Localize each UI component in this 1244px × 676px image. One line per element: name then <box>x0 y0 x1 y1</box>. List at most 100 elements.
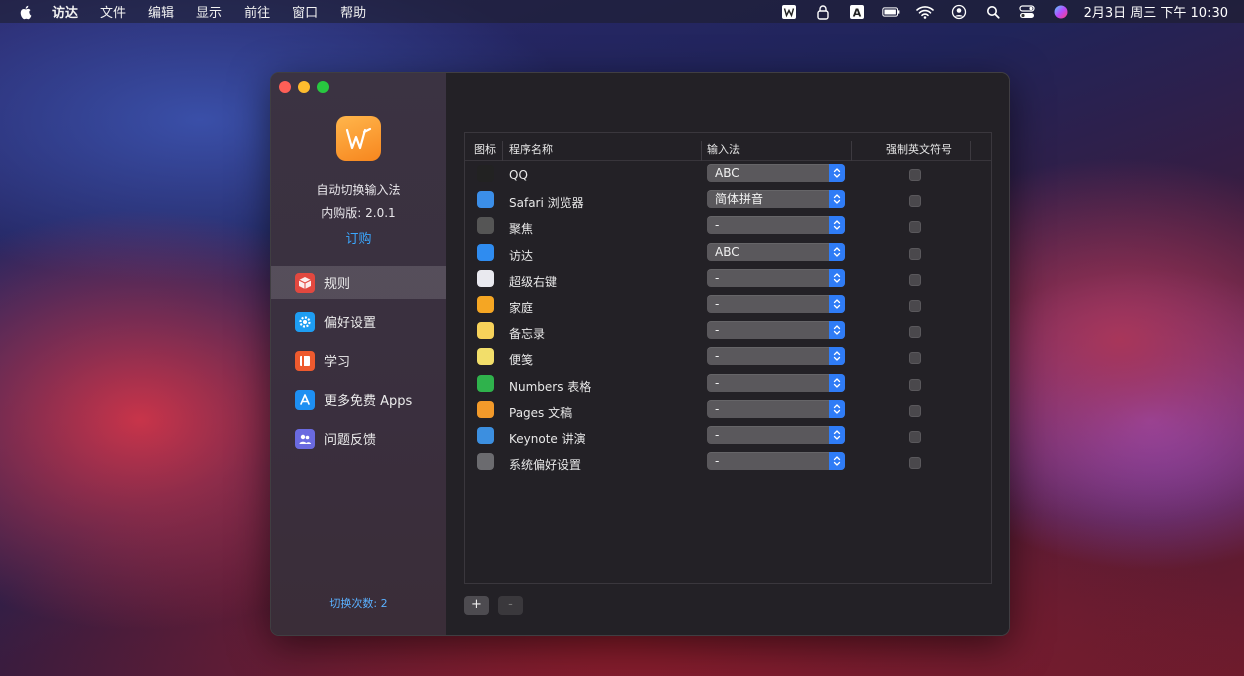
input-method-value: - <box>715 323 720 338</box>
sidebar-item-rules[interactable]: 规则 <box>271 266 446 299</box>
input-method-select[interactable]: - <box>707 216 845 235</box>
table-row[interactable]: 便笺 - <box>465 344 991 370</box>
order-link[interactable]: 订购 <box>271 228 446 247</box>
input-method-value: ABC <box>715 166 740 180</box>
sidebar-item-preferences[interactable]: 偏好设置 <box>271 305 446 338</box>
remove-button[interactable]: - <box>498 596 523 615</box>
table-row[interactable]: Pages 文稿 - <box>465 397 991 423</box>
input-method-select[interactable]: - <box>707 452 845 471</box>
menu-view[interactable]: 显示 <box>196 2 222 21</box>
sidebar-item-label: 偏好设置 <box>324 316 377 331</box>
spotlight-icon <box>477 217 494 235</box>
header-force[interactable]: 强制英文符号 <box>886 141 952 157</box>
menu-finder[interactable]: 访达 <box>52 2 78 21</box>
sidebar-item-label: 学习 <box>324 355 351 370</box>
force-english-checkbox[interactable] <box>909 378 921 391</box>
user-icon[interactable] <box>950 4 968 20</box>
siri-icon[interactable] <box>1052 4 1070 20</box>
force-english-checkbox[interactable] <box>909 431 921 443</box>
sidebar-nav: 规则 偏好设置 学习 更多免费 Apps 问题反馈 <box>271 266 446 461</box>
table-row[interactable]: 系统偏好设置 - <box>465 449 991 475</box>
table-row[interactable]: 备忘录 - <box>465 318 991 344</box>
people-icon <box>295 428 315 449</box>
menu-help[interactable]: 帮助 <box>340 2 366 21</box>
content-pane: 图标 程序名称 输入法 强制英文符号 QQ ABC Safari 浏览器 简体拼音聚焦… <box>446 73 1009 635</box>
header-input[interactable]: 输入法 <box>707 141 740 157</box>
status-area: A 2月3日 周三 下午 10:30 <box>764 0 1244 23</box>
input-method-value: - <box>715 218 720 233</box>
table-row[interactable]: 家庭 - <box>465 292 991 318</box>
input-a-icon[interactable]: A <box>848 4 866 20</box>
menu-bar: 访达 文件 编辑 显示 前往 窗口 帮助 A 2月3日 周三 下午 10:30 <box>0 0 1244 23</box>
app-name-cell: Safari 浏览器 <box>509 196 584 211</box>
table-row[interactable]: 超级右键 - <box>465 266 991 292</box>
zoom-button[interactable] <box>317 81 329 93</box>
search-icon[interactable] <box>984 4 1002 20</box>
chevron-up-down-icon <box>829 295 845 313</box>
chevron-up-down-icon <box>829 242 845 261</box>
app-name-cell: Keynote 讲演 <box>509 432 586 446</box>
header-name[interactable]: 程序名称 <box>509 141 553 157</box>
control-center-icon[interactable] <box>1018 4 1036 20</box>
app-version: 内购版: 2.0.1 <box>321 206 396 220</box>
force-english-checkbox[interactable] <box>909 221 921 234</box>
input-method-select[interactable]: - <box>707 373 845 392</box>
table-row[interactable]: Numbers 表格 - <box>465 371 991 397</box>
menu-clock[interactable]: 2月3日 周三 下午 10:30 <box>1084 2 1228 21</box>
force-english-checkbox[interactable] <box>909 247 921 260</box>
app-name-cell: 系统偏好设置 <box>509 458 582 473</box>
close-button[interactable] <box>279 81 291 93</box>
force-english-checkbox[interactable] <box>909 169 921 181</box>
sidebar-item-feedback[interactable]: 问题反馈 <box>271 422 446 455</box>
input-method-value: - <box>715 401 720 416</box>
chevron-up-down-icon <box>829 321 845 340</box>
app-name-cell: 便笺 <box>509 353 534 368</box>
force-english-checkbox[interactable] <box>909 404 921 417</box>
input-method-select[interactable]: - <box>707 321 845 340</box>
menu-edit[interactable]: 编辑 <box>148 2 174 21</box>
lock-icon[interactable] <box>814 4 832 20</box>
input-method-select[interactable]: ABC <box>707 164 845 182</box>
input-method-select[interactable]: 简体拼音 <box>707 190 845 209</box>
notes-icon <box>477 322 494 340</box>
apple-icon[interactable] <box>18 4 34 20</box>
sidebar-item-more-apps[interactable]: 更多免费 Apps <box>271 383 446 416</box>
menu-window[interactable]: 窗口 <box>292 2 318 21</box>
input-method-select[interactable]: - <box>707 268 845 287</box>
force-english-checkbox[interactable] <box>909 273 921 286</box>
add-button[interactable]: + <box>464 596 489 615</box>
force-english-checkbox[interactable] <box>909 300 921 312</box>
app-name-cell: 备忘录 <box>509 327 546 342</box>
minimize-button[interactable] <box>298 81 310 93</box>
safari-icon <box>477 191 494 209</box>
force-english-checkbox[interactable] <box>909 326 921 339</box>
input-method-select[interactable]: - <box>707 295 845 313</box>
force-english-checkbox[interactable] <box>909 195 921 208</box>
force-english-checkbox[interactable] <box>909 457 921 470</box>
app-name-cell: 聚焦 <box>509 222 534 237</box>
stickies-icon <box>477 348 494 366</box>
input-method-select[interactable]: - <box>707 347 845 366</box>
table-row[interactable]: 聚焦 - <box>465 213 991 239</box>
input-method-select[interactable]: - <box>707 399 845 418</box>
battery-icon[interactable] <box>881 4 900 20</box>
table-row[interactable]: Safari 浏览器 简体拼音 <box>465 187 991 213</box>
app-name-cell: 访达 <box>509 248 534 263</box>
force-english-checkbox[interactable] <box>909 352 921 365</box>
sidebar-item-learn[interactable]: 学习 <box>271 344 446 377</box>
input-method-select[interactable]: - <box>707 426 845 444</box>
app-window: 自动切换输入法 内购版: 2.0.1 订购 规则 偏好设置 学习 更多免费 Ap… <box>270 72 1010 636</box>
w-app-icon[interactable] <box>780 4 798 20</box>
rules-table: 图标 程序名称 输入法 强制英文符号 QQ ABC Safari 浏览器 简体拼音聚焦… <box>464 132 992 584</box>
app-name: 自动切换输入法 <box>316 183 401 197</box>
input-method-value: 简体拼音 <box>715 192 764 207</box>
app-name-cell: 超级右键 <box>509 274 558 289</box>
input-method-select[interactable]: ABC <box>707 242 845 261</box>
menu-go[interactable]: 前往 <box>244 2 270 21</box>
table-row[interactable]: Keynote 讲演 - <box>465 423 991 449</box>
menu-file[interactable]: 文件 <box>100 2 126 21</box>
header-icon[interactable]: 图标 <box>474 141 496 157</box>
wifi-icon[interactable] <box>915 4 934 20</box>
table-row[interactable]: QQ ABC <box>465 161 991 187</box>
table-row[interactable]: 访达 ABC <box>465 240 991 266</box>
